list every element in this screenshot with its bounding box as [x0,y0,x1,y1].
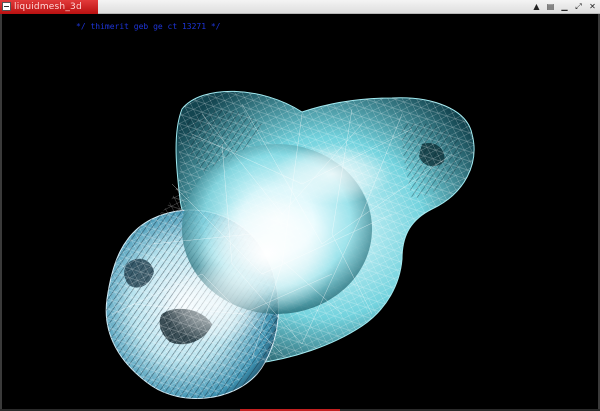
title-bar[interactable]: liquidmesh_3d ▲ ▤ ▁ ⤢ ✕ [0,0,600,14]
maximize-icon[interactable]: ⤢ [573,1,584,12]
liquid-mesh-blob [105,90,475,399]
window-controls: ▲ ▤ ▁ ⤢ ✕ [531,1,598,13]
window-title: liquidmesh_3d [14,2,82,12]
pin-icon[interactable]: ▲ [531,1,542,12]
viewport-overlay-text: */ thimerit geb ge ct 13271 */ [76,22,221,31]
window-menu-icon[interactable]: ▤ [545,1,556,12]
title-tab[interactable]: liquidmesh_3d [0,0,98,14]
render-viewport[interactable]: */ thimerit geb ge ct 13271 */ [2,14,598,409]
app-icon[interactable] [2,2,11,11]
minimize-icon[interactable]: ▁ [559,1,570,12]
mesh-render: */ thimerit geb ge ct 13271 */ [76,22,475,399]
app-window: liquidmesh_3d ▲ ▤ ▁ ⤢ ✕ */ thimerit geb … [0,0,600,411]
close-icon[interactable]: ✕ [587,1,598,12]
